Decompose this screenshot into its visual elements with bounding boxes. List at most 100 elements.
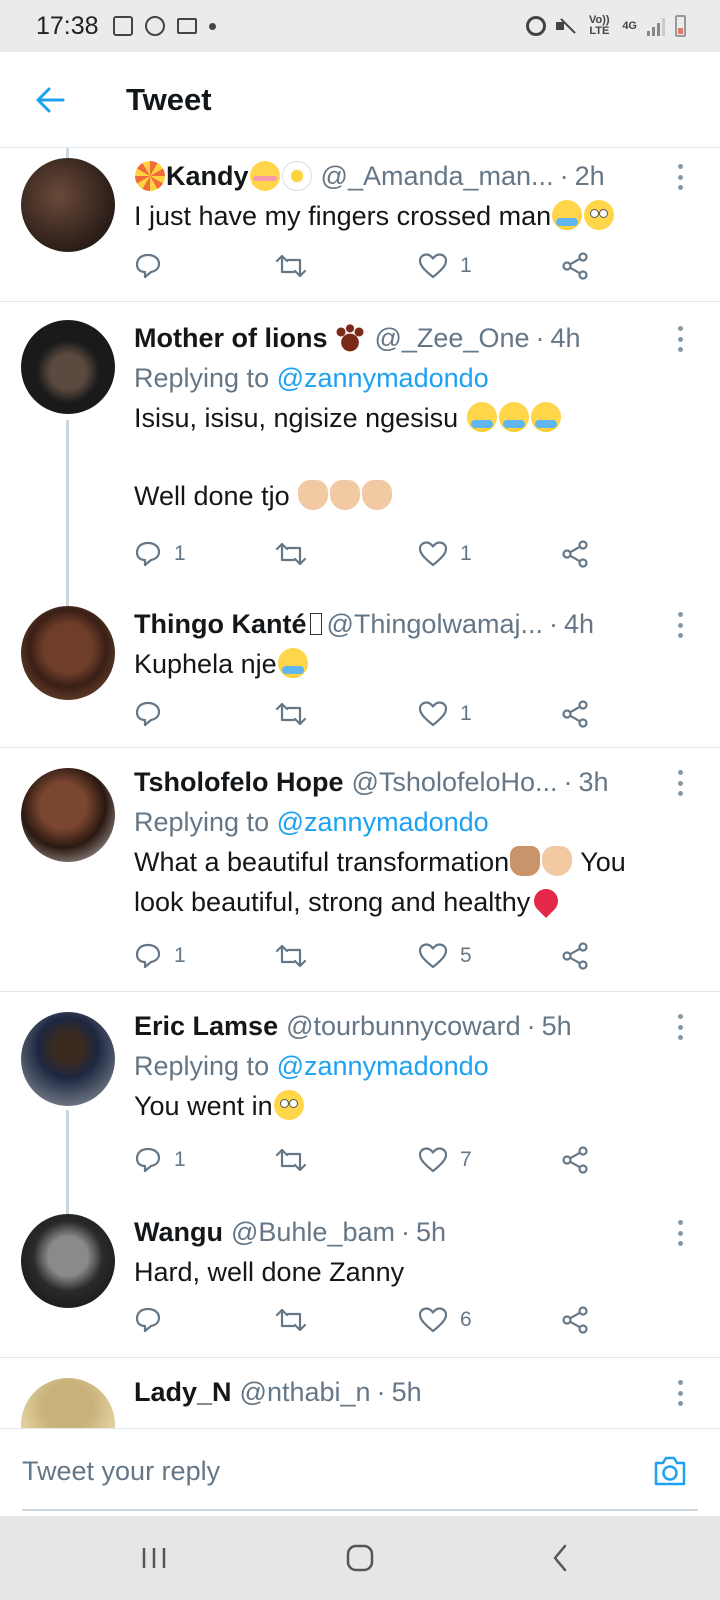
back-nav-button[interactable] [500, 1516, 620, 1600]
tweet-text-line: You [580, 847, 626, 877]
tweet-item[interactable]: Mother of lions @_Zee_One · 4h Replying … [0, 302, 720, 592]
reply-underline [22, 1509, 698, 1511]
like-button[interactable]: 1 [418, 246, 472, 286]
avatar[interactable] [21, 1378, 115, 1428]
reply-icon [135, 1147, 161, 1173]
like-count: 5 [460, 944, 472, 967]
display-name[interactable]: Thingo Kanté [134, 604, 306, 644]
back-button[interactable] [0, 52, 100, 148]
like-button[interactable]: 5 [418, 936, 472, 976]
thread-line [66, 592, 69, 606]
reply-button[interactable]: 1 [134, 534, 186, 574]
thread-line [66, 1200, 69, 1214]
retweet-button[interactable] [274, 534, 320, 574]
heart-icon [418, 253, 448, 279]
avatar[interactable] [21, 1012, 115, 1106]
reply-button[interactable]: 1 [134, 936, 186, 976]
meta-separator: · [535, 323, 545, 353]
page-title: Tweet [126, 81, 212, 117]
more-options-button[interactable] [670, 1220, 690, 1246]
recents-button[interactable] [94, 1516, 214, 1600]
user-handle[interactable]: @Buhle_bam [231, 1212, 395, 1252]
share-button[interactable] [560, 936, 590, 976]
missing-glyph-icon [310, 613, 323, 635]
share-button[interactable] [560, 246, 590, 286]
like-button[interactable]: 6 [418, 1300, 472, 1340]
user-handle[interactable]: @nthabi_n [240, 1372, 371, 1412]
back-nav-icon [553, 1544, 567, 1572]
tweet-text-line: look beautiful, strong and healthy [134, 887, 531, 917]
more-options-button[interactable] [670, 612, 690, 638]
reply-input[interactable] [22, 1451, 622, 1491]
share-button[interactable] [560, 1300, 590, 1340]
reply-icon [135, 1307, 161, 1333]
display-name[interactable]: Eric Lamse [134, 1006, 278, 1046]
app-bar: Tweet [0, 52, 720, 148]
tweet-item[interactable]: Thingo Kanté @Thingolwamaj... · 4h Kuphe… [0, 592, 720, 748]
retweet-button[interactable] [274, 1300, 320, 1340]
avatar[interactable] [21, 158, 115, 252]
alarm-icon [526, 16, 547, 36]
heart-icon [418, 1147, 448, 1173]
display-name[interactable]: Tsholofelo Hope [134, 762, 344, 802]
tweet-item[interactable]: Kandy @_Amanda_man... · 2h I just have m… [0, 148, 720, 302]
flower-emoji [281, 161, 312, 191]
replies-feed[interactable]: Kandy @_Amanda_man... · 2h I just have m… [0, 148, 720, 1428]
share-button[interactable] [560, 694, 590, 734]
smiling-blush-emoji [249, 161, 280, 191]
tweet-item[interactable]: Wangu @Buhle_bam · 5h Hard, well done Za… [0, 1200, 720, 1358]
user-handle[interactable]: @_Amanda_man... [321, 156, 554, 196]
user-handle[interactable]: @tourbunnycoward [286, 1006, 521, 1046]
system-nav-bar [0, 1516, 720, 1600]
share-icon [562, 700, 588, 728]
avatar[interactable] [21, 320, 115, 414]
tweet-text: Kuphela nje [134, 644, 662, 684]
home-button[interactable] [300, 1516, 420, 1600]
tweet-text: Isisu, isisu, ngisize ngesisu Well done … [134, 398, 662, 516]
more-options-button[interactable] [670, 326, 690, 352]
display-name[interactable]: Lady_N [134, 1372, 232, 1412]
tweet-item[interactable]: Tsholofelo Hope @TsholofeloHo... · 3h Re… [0, 748, 720, 992]
reply-button[interactable] [134, 1300, 174, 1340]
user-handle[interactable]: @TsholofeloHo... [352, 762, 558, 802]
raising-hands-emoji [510, 846, 541, 876]
share-button[interactable] [560, 1140, 590, 1180]
more-options-button[interactable] [670, 164, 690, 190]
clapping-hands-emoji [330, 480, 361, 510]
more-options-button[interactable] [670, 1380, 690, 1406]
user-handle[interactable]: @Thingolwamaj... [326, 604, 543, 644]
tweet-item[interactable]: Lady_N @nthabi_n · 5h [0, 1358, 720, 1428]
like-button[interactable]: 1 [418, 534, 472, 574]
reply-button[interactable]: 1 [134, 1140, 186, 1180]
display-name[interactable]: Kandy [166, 156, 249, 196]
retweet-button[interactable] [274, 936, 320, 976]
user-handle[interactable]: @_Zee_One [374, 318, 529, 358]
heart-icon [418, 943, 448, 969]
retweet-button[interactable] [274, 246, 320, 286]
like-button[interactable]: 7 [418, 1140, 472, 1180]
avatar[interactable] [21, 768, 115, 862]
like-button[interactable]: 1 [418, 694, 472, 734]
reply-button[interactable] [134, 694, 174, 734]
more-options-button[interactable] [670, 1014, 690, 1040]
tweet-item[interactable]: Eric Lamse @tourbunnycoward · 5h Replyin… [0, 992, 720, 1200]
mention-link[interactable]: @zannymadondo [277, 363, 489, 393]
avatar[interactable] [21, 606, 115, 700]
share-button[interactable] [560, 534, 590, 574]
display-name[interactable]: Mother of lions [134, 318, 327, 358]
thread-line [66, 420, 69, 592]
more-options-button[interactable] [670, 770, 690, 796]
4g-icon: 4G [622, 19, 637, 32]
mention-link[interactable]: @zannymadondo [277, 807, 489, 837]
mention-link[interactable]: @zannymadondo [277, 1051, 489, 1081]
retweet-button[interactable] [274, 1140, 320, 1180]
display-name[interactable]: Wangu [134, 1212, 223, 1252]
tweet-header: Eric Lamse @tourbunnycoward · 5h [134, 1006, 662, 1046]
meta-separator: · [401, 1217, 410, 1247]
tweet-actions: 1 5 [134, 936, 604, 976]
retweet-button[interactable] [274, 694, 320, 734]
reply-button[interactable] [134, 246, 174, 286]
signal-icon [647, 16, 665, 36]
avatar[interactable] [21, 1214, 115, 1308]
camera-button[interactable] [650, 1451, 690, 1491]
